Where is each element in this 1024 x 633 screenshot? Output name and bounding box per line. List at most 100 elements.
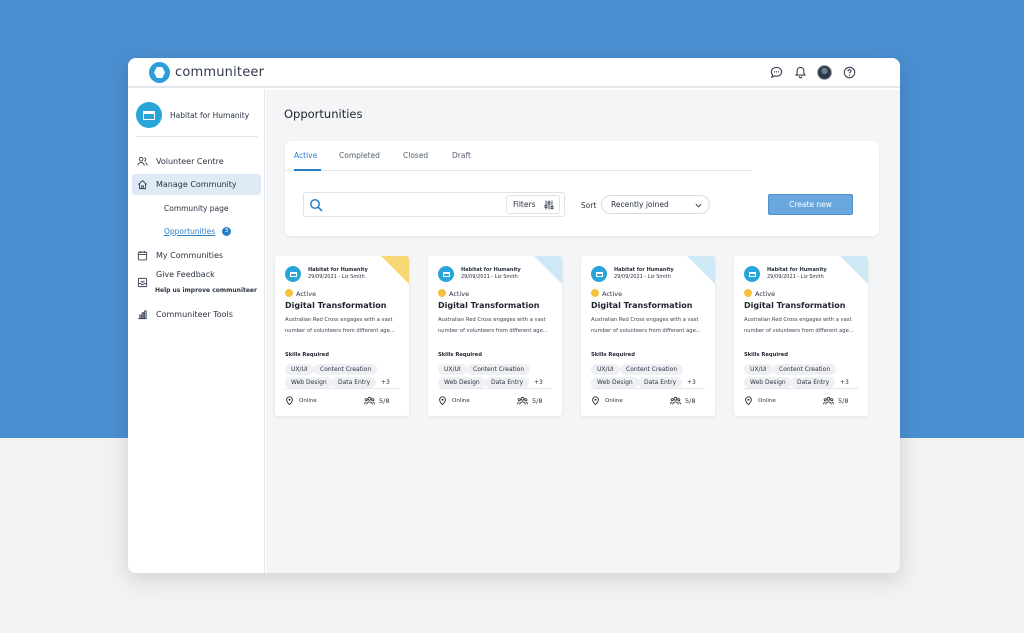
sidebar-item-community-page[interactable]: Community page xyxy=(164,204,229,213)
volunteer-count: 5/8 xyxy=(532,397,543,405)
sidebar-item-volunteer-centre[interactable]: Volunteer Centre xyxy=(132,151,261,172)
skill-chip: Web Design xyxy=(591,377,639,388)
skill-chip: Data Entry xyxy=(638,377,683,388)
location-label: Online xyxy=(605,398,623,404)
status-dot-icon xyxy=(285,289,293,297)
opportunity-card[interactable]: Habitat for Humanity 29/09/2021 - Liz Sm… xyxy=(428,256,562,416)
location-label: Online xyxy=(299,398,317,404)
status-dot-icon xyxy=(438,289,446,297)
card-description: Australian Red Cross engages with a vast… xyxy=(438,317,548,334)
status-dot-icon xyxy=(591,289,599,297)
status-badge: Active xyxy=(755,290,776,298)
more-skills-count: +3 xyxy=(840,379,849,386)
card-corner-ribbon xyxy=(381,256,409,284)
status-badge: Active xyxy=(296,290,317,298)
chart-icon xyxy=(137,309,148,320)
feedback-sublabel: Help us improve communiteer xyxy=(155,287,257,294)
skill-chip: Data Entry xyxy=(791,377,836,388)
tab-bar: Active Completed Closed Draft xyxy=(285,141,752,171)
sidebar-item-label: My Communities xyxy=(156,251,224,260)
skill-chip: UX/UI xyxy=(285,364,314,375)
org-name: Habitat for Humanity xyxy=(170,110,250,120)
skill-chip: UX/UI xyxy=(744,364,773,375)
inbox-icon xyxy=(137,277,148,288)
sort-label: Sort xyxy=(581,201,597,210)
tab-active[interactable]: Active xyxy=(294,151,317,160)
org-logo-icon xyxy=(438,266,454,282)
create-new-button[interactable]: Create new xyxy=(768,194,853,215)
help-icon[interactable] xyxy=(843,66,856,79)
sidebar-item-manage-community[interactable]: Manage Community xyxy=(132,174,261,195)
users-icon xyxy=(137,156,148,167)
avatar[interactable] xyxy=(817,65,832,80)
skill-chip: Web Design xyxy=(744,377,792,388)
card-title: Digital Transformation xyxy=(744,301,846,310)
search-input[interactable]: Filters xyxy=(303,192,565,217)
filters-button[interactable]: Filters xyxy=(506,195,560,214)
filters-label: Filters xyxy=(513,200,536,209)
opportunities-count-badge: 3 xyxy=(222,227,231,236)
status-badge: Active xyxy=(602,290,623,298)
volunteers-group-icon xyxy=(517,396,528,405)
skill-chip: Data Entry xyxy=(485,377,530,388)
card-corner-ribbon xyxy=(840,256,868,284)
card-meta: 29/09/2021 - Liz Smith xyxy=(308,274,365,280)
sort-select[interactable]: Recently joined xyxy=(601,195,710,214)
card-corner-ribbon xyxy=(534,256,562,284)
location-pin-icon xyxy=(286,396,293,405)
sort-value: Recently joined xyxy=(611,200,669,209)
chat-icon[interactable] xyxy=(770,66,783,79)
location-label: Online xyxy=(452,398,470,404)
opportunity-card[interactable]: Habitat for Humanity 29/09/2021 - Liz Sm… xyxy=(275,256,409,416)
status-dot-icon xyxy=(744,289,752,297)
card-org-name: Habitat for Humanity xyxy=(461,267,521,273)
top-bar: communiteer xyxy=(128,58,900,88)
sidebar-item-label: Give Feedback xyxy=(156,270,215,279)
chevron-down-icon xyxy=(695,203,702,208)
status-badge: Active xyxy=(449,290,470,298)
org-header[interactable]: Habitat for Humanity xyxy=(136,102,249,128)
filter-panel: Active Completed Closed Draft Filters So… xyxy=(285,141,879,236)
volunteers-group-icon xyxy=(670,396,681,405)
sidebar-item-opportunities[interactable]: Opportunities xyxy=(164,227,215,236)
location-pin-icon xyxy=(745,396,752,405)
sidebar-item-my-communities[interactable]: My Communities xyxy=(132,245,261,266)
org-logo-icon xyxy=(591,266,607,282)
volunteers-group-icon xyxy=(823,396,834,405)
opportunity-card[interactable]: Habitat for Humanity 29/09/2021 - Liz Sm… xyxy=(581,256,715,416)
sidebar-item-communiteer-tools[interactable]: Communiteer Tools xyxy=(132,304,261,325)
tab-closed[interactable]: Closed xyxy=(403,151,428,160)
skill-chip: Content Creation xyxy=(467,364,531,375)
brand-name: communiteer xyxy=(175,65,265,80)
org-logo-icon xyxy=(136,102,162,128)
card-org-name: Habitat for Humanity xyxy=(767,267,827,273)
skill-chip: Data Entry xyxy=(332,377,377,388)
volunteers-group-icon xyxy=(364,396,375,405)
bell-icon[interactable] xyxy=(794,66,807,79)
card-description: Australian Red Cross engages with a vast… xyxy=(744,317,854,334)
sidebar: Habitat for Humanity Volunteer Centre Ma… xyxy=(128,90,265,573)
calendar-icon xyxy=(137,250,148,261)
skill-chip: UX/UI xyxy=(438,364,467,375)
location-label: Online xyxy=(758,398,776,404)
card-title: Digital Transformation xyxy=(438,301,540,310)
top-icons xyxy=(759,65,856,80)
tab-completed[interactable]: Completed xyxy=(339,151,380,160)
location-pin-icon xyxy=(592,396,599,405)
card-description: Australian Red Cross engages with a vast… xyxy=(591,317,701,334)
skill-chip: Content Creation xyxy=(773,364,837,375)
sidebar-item-label: Communiteer Tools xyxy=(156,310,233,319)
org-logo-icon xyxy=(744,266,760,282)
divider xyxy=(591,388,705,389)
search-icon xyxy=(310,199,323,212)
skill-chip: Content Creation xyxy=(620,364,684,375)
sidebar-item-give-feedback[interactable]: Give Feedback xyxy=(132,268,261,289)
brand[interactable]: communiteer xyxy=(149,62,264,83)
sidebar-item-label: Volunteer Centre xyxy=(156,157,224,166)
tab-draft[interactable]: Draft xyxy=(452,151,471,160)
card-title: Digital Transformation xyxy=(285,301,387,310)
more-skills-count: +3 xyxy=(687,379,696,386)
skill-chip: Web Design xyxy=(438,377,486,388)
opportunity-card[interactable]: Habitat for Humanity 29/09/2021 - Liz Sm… xyxy=(734,256,868,416)
card-description: Australian Red Cross engages with a vast… xyxy=(285,317,395,334)
